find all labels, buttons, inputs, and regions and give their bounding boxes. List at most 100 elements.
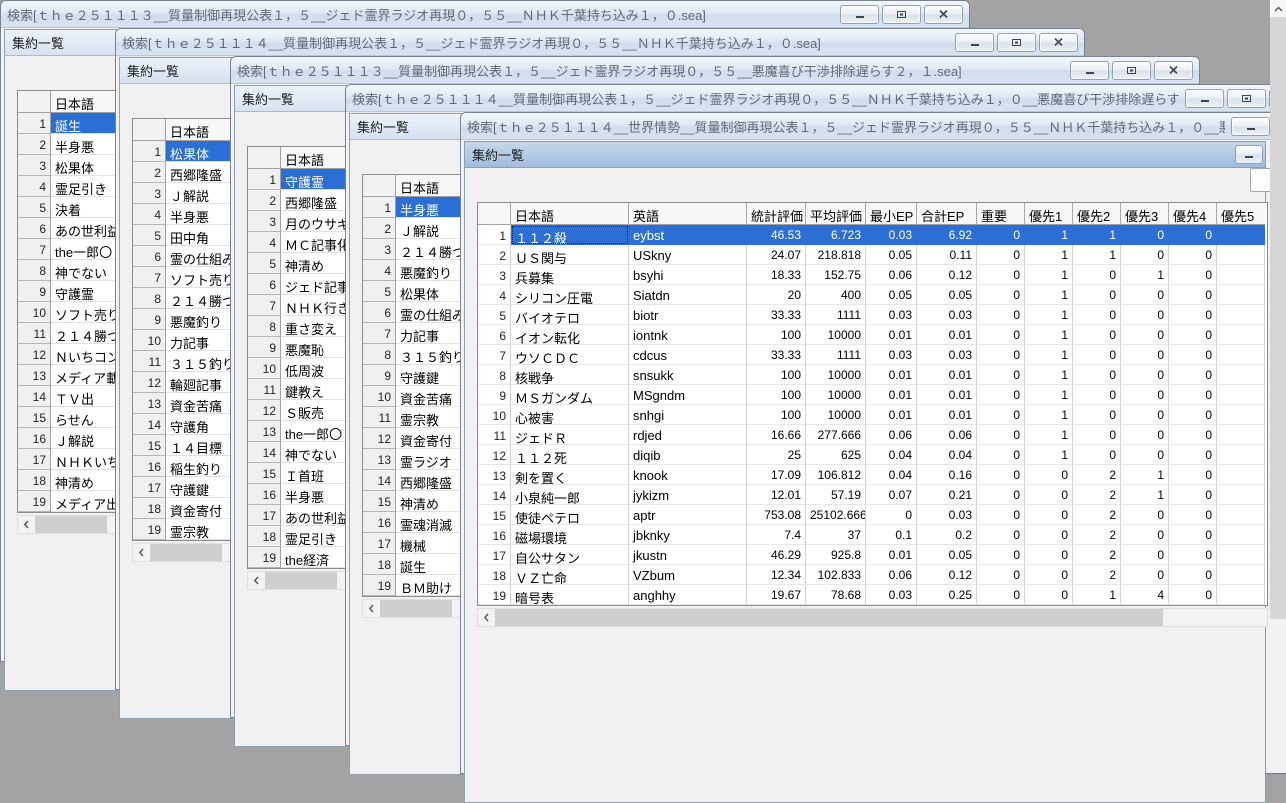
row-number (18, 155, 51, 176)
cell-priority1: 1 (1025, 325, 1073, 345)
row-number (133, 246, 166, 267)
mdi-vertical-scrollbar[interactable] (1270, 0, 1286, 619)
table-row[interactable]: ＵＳ関与 USkny 24.07 218.818 0.05 0.11 0 1 1… (478, 245, 1267, 265)
cell-stat-eval: 7.4 (747, 525, 806, 545)
column-header-min-ep[interactable]: 最小EP (866, 203, 917, 225)
column-header-japanese[interactable]: 日本語 (511, 203, 629, 225)
close-button[interactable] (1039, 32, 1078, 52)
desktop: { "colors": { "selection": "#2b6fd6", "d… (0, 0, 1286, 803)
close-button[interactable] (1154, 60, 1193, 80)
table-row[interactable]: １１２殺 eybst 46.53 6.723 0.03 6.92 0 1 1 0… (478, 225, 1267, 245)
scroll-left-button[interactable] (133, 544, 150, 561)
table-row[interactable]: １１２死 diqib 25 625 0.04 0.04 0 1 0 0 0 (478, 445, 1267, 465)
table-row[interactable]: ウソＣＤＣ cdcus 33.33 1111 0.03 0.03 0 1 0 0… (478, 345, 1267, 365)
scrollbar-thumb[interactable] (380, 600, 452, 617)
column-header-avg-eval[interactable]: 平均評価 (806, 203, 866, 225)
table-row[interactable]: 暗号表 anghhy 19.67 78.68 0.03 0.25 0 0 1 4… (478, 585, 1267, 605)
table-row[interactable]: 自公サタン jkustn 46.29 925.8 0.01 0.05 0 0 2… (478, 545, 1267, 565)
column-header-total-ep[interactable]: 合計EP (917, 203, 977, 225)
cell-priority3: 0 (1121, 385, 1169, 405)
inner-minimize-button[interactable] (1235, 145, 1263, 164)
row-number (248, 190, 281, 211)
cell-english: jkustn (629, 545, 747, 565)
minimize-button[interactable] (840, 4, 879, 24)
scrollbar-thumb[interactable] (35, 516, 107, 533)
window-titlebar[interactable]: 検索[ｔｈｅ２５１１１３__質量制御再現公表１，５__ジェド霊界ラジオ再現０，５… (231, 57, 1199, 84)
cell-important: 0 (977, 265, 1025, 285)
table-row[interactable]: バイオテロ biotr 33.33 1111 0.03 0.03 0 1 0 0… (478, 305, 1267, 325)
table-row[interactable]: ジェドＲ rdjed 16.66 277.666 0.06 0.06 0 1 0… (478, 425, 1267, 445)
row-number (248, 295, 281, 316)
cell-japanese: 磁場環境 (511, 525, 629, 545)
row-number (18, 449, 51, 470)
column-header-english[interactable]: 英語 (629, 203, 747, 225)
minimize-button[interactable] (1070, 60, 1109, 80)
cell-stat-eval: 100 (747, 405, 806, 425)
minimize-button[interactable] (1231, 117, 1270, 136)
scroll-left-button[interactable] (478, 609, 495, 626)
aggregate-list-titlebar[interactable]: 集約一覧 (465, 142, 1265, 168)
column-header-priority1[interactable]: 優先1 (1025, 203, 1073, 225)
scroll-left-button[interactable] (18, 516, 35, 533)
table-row[interactable]: 磁場環境 jbknky 7.4 37 0.1 0.2 0 0 2 0 0 (478, 525, 1267, 545)
cell-priority1: 1 (1025, 385, 1073, 405)
row-number (363, 575, 396, 596)
cell-priority1: 1 (1025, 425, 1073, 445)
vertical-scrollbar-thumb[interactable] (1270, 17, 1286, 619)
cell-priority2: 0 (1073, 365, 1121, 385)
table-row[interactable]: 心被害 snhgi 100 10000 0.01 0.01 0 1 0 0 0 (478, 405, 1267, 425)
scroll-up-button[interactable] (1270, 0, 1286, 17)
horizontal-scrollbar[interactable] (477, 608, 1268, 627)
table-row[interactable]: 核戦争 snsukk 100 10000 0.01 0.01 0 1 0 0 0 (478, 365, 1267, 385)
row-number (248, 316, 281, 337)
cell-min-ep: 0.07 (866, 485, 917, 505)
table-row[interactable]: 小泉純一郎 jykizm 12.01 57.19 0.07 0.21 0 0 2… (478, 485, 1267, 505)
table-row[interactable]: シリコン圧電 Siatdn 20 400 0.05 0.05 0 1 0 0 0 (478, 285, 1267, 305)
cell-stat-eval: 12.34 (747, 565, 806, 585)
cell-stat-eval: 12.01 (747, 485, 806, 505)
cell-priority3: 0 (1121, 225, 1169, 245)
window-titlebar[interactable]: 検索[ｔｈｅ２５１１１４__質量制御再現公表１，５__ジェド霊界ラジオ再現０，５… (346, 85, 1286, 112)
cell-total-ep: 0.03 (917, 505, 977, 525)
maximize-button[interactable] (997, 32, 1036, 52)
scroll-left-button[interactable] (248, 572, 265, 589)
cell-priority5 (1217, 285, 1265, 305)
scroll-left-button[interactable] (363, 600, 380, 617)
maximize-button[interactable] (882, 4, 921, 24)
column-header-important[interactable]: 重要 (977, 203, 1025, 225)
maximize-button[interactable] (1227, 88, 1266, 108)
aggregate-list-title: 集約一覧 (127, 64, 180, 79)
table-row[interactable]: 使徒ペテロ aptr 753.08 25102.666 0 0.03 0 0 2… (478, 505, 1267, 525)
row-number (133, 477, 166, 498)
table-row[interactable]: 剣を置く knook 17.09 106.812 0.04 0.16 0 0 2… (478, 465, 1267, 485)
table-row[interactable]: ＭＳガンダム MSgndm 100 10000 0.01 0.01 0 1 0 … (478, 385, 1267, 405)
window-titlebar[interactable]: 検索[ｔｈｅ２５１１１４__世界情勢__質量制御再現公表１，５__ジェド霊界ラジ… (461, 113, 1286, 140)
cell-priority1: 1 (1025, 365, 1073, 385)
minimize-button[interactable] (1185, 88, 1224, 108)
scrollbar-thumb[interactable] (150, 544, 222, 561)
cell-english: rdjed (629, 425, 747, 445)
table-row[interactable]: ＶＺ亡命 VZbum 12.34 102.833 0.06 0.12 0 0 2… (478, 565, 1267, 585)
column-header-stat-eval[interactable]: 統計評価 (747, 203, 806, 225)
column-header-priority2[interactable]: 優先2 (1073, 203, 1121, 225)
window-titlebar[interactable]: 検索[ｔｈｅ２５１１１４__質量制御再現公表１，５__ジェド霊界ラジオ再現０，５… (116, 29, 1084, 56)
cell-priority1: 0 (1025, 585, 1073, 605)
cell-priority4: 0 (1169, 545, 1217, 565)
table-row[interactable]: イオン転化 iontnk 100 10000 0.01 0.01 0 1 0 0… (478, 325, 1267, 345)
column-header-priority4[interactable]: 優先4 (1169, 203, 1217, 225)
aggregate-list-title: 集約一覧 (357, 120, 410, 135)
cell-priority2: 2 (1073, 525, 1121, 545)
row-number (363, 512, 396, 533)
scrollbar-thumb[interactable] (265, 572, 337, 589)
column-header-priority3[interactable]: 優先3 (1121, 203, 1169, 225)
minimize-button[interactable] (955, 32, 994, 52)
scrollbar-thumb[interactable] (495, 609, 1163, 626)
cell-avg-eval: 277.666 (806, 425, 866, 445)
cell-priority2: 0 (1073, 325, 1121, 345)
maximize-button[interactable] (1112, 60, 1151, 80)
column-header-priority5[interactable]: 優先5 (1217, 203, 1265, 225)
window-titlebar[interactable]: 検索[ｔｈｅ２５１１１３__質量制御再現公表１，５__ジェド霊界ラジオ再現０，５… (1, 1, 969, 28)
close-button[interactable] (924, 4, 963, 24)
table-row[interactable]: 兵募集 bsyhi 18.33 152.75 0.06 0.12 0 1 0 1… (478, 265, 1267, 285)
cell-priority4: 0 (1169, 425, 1217, 445)
